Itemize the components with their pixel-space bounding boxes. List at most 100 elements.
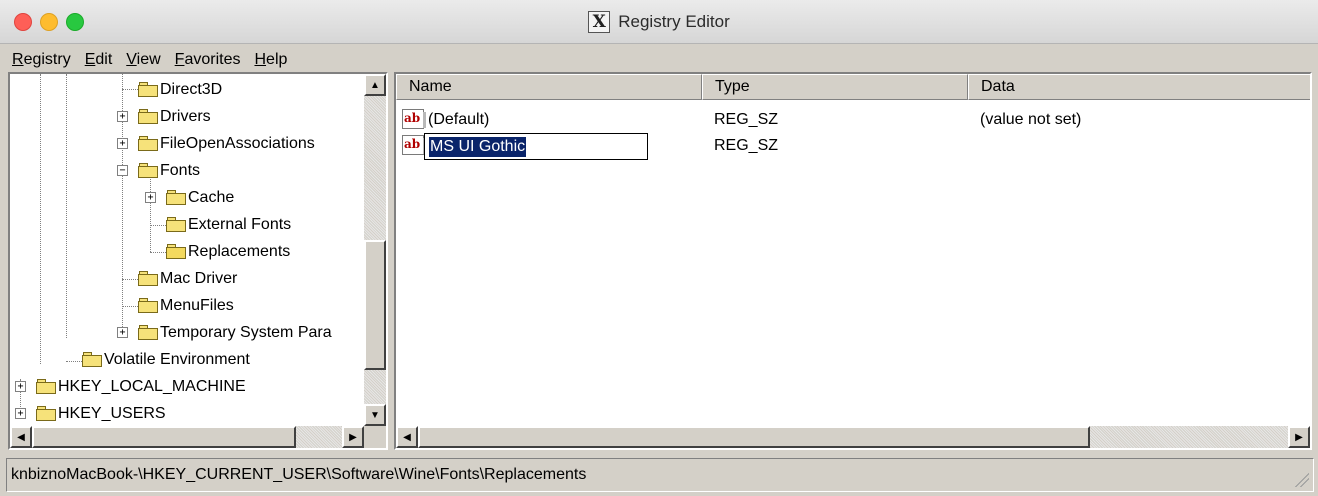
tree-connector [66, 361, 82, 362]
expand-toggle[interactable]: + [117, 138, 128, 149]
folder-icon [138, 271, 158, 286]
tree-item-fileopenassociations[interactable]: FileOpenAssociations [138, 130, 315, 157]
menu-edit-label: dit [95, 51, 113, 68]
menu-registry-label: egistry [23, 51, 71, 68]
tree-connector [122, 279, 138, 280]
scroll-right-button[interactable]: ▶ [342, 426, 364, 448]
menu-favorites-label: avorites [184, 51, 241, 68]
menu-edit[interactable]: Edit [79, 51, 121, 72]
list-row[interactable]: ab MS UI Gothic REG_SZ [396, 132, 1310, 160]
selected-text: MS UI Gothic [429, 137, 527, 157]
tree-item-label: External Fonts [188, 215, 292, 233]
scroll-up-button[interactable]: ▲ [364, 74, 386, 96]
status-path: knbiznoMacBook-\HKEY_CURRENT_USER\Softwa… [11, 466, 587, 483]
expand-toggle[interactable]: + [145, 192, 156, 203]
scroll-thumb[interactable] [364, 240, 386, 370]
tree-item-label: Cache [188, 188, 235, 206]
scrollbar-corner [364, 426, 386, 448]
tree-connector [150, 176, 151, 252]
folder-icon [82, 352, 102, 367]
tree-item-label: Replacements [188, 242, 291, 260]
tree-connector [150, 252, 166, 253]
tree-item-hkey-users[interactable]: HKEY_USERS [36, 400, 166, 426]
tree-item-label: Fonts [160, 161, 201, 179]
menu-view[interactable]: View [120, 51, 168, 72]
tree-item-replacements[interactable]: Replacements [166, 238, 290, 265]
tree-item-mac-driver[interactable]: Mac Driver [138, 265, 237, 292]
menu-favorites-accel: F [174, 51, 185, 68]
scroll-right-button[interactable]: ▶ [1288, 426, 1310, 448]
tree-item-cache[interactable]: Cache [166, 184, 234, 211]
x11-logo-icon: X [588, 11, 611, 33]
menu-help[interactable]: Help [248, 51, 295, 72]
column-header-name[interactable]: Name [396, 74, 702, 100]
folder-icon [138, 325, 158, 340]
menu-registry[interactable]: Registry [6, 51, 79, 72]
folder-icon [166, 190, 186, 205]
expand-toggle[interactable]: + [15, 381, 26, 392]
menu-favorites[interactable]: Favorites [169, 51, 249, 72]
scroll-thumb[interactable] [418, 426, 1090, 448]
menu-view-label: iew [136, 51, 161, 68]
expand-toggle[interactable]: + [117, 111, 128, 122]
scroll-thumb[interactable] [32, 426, 296, 448]
tree-item-hkey-local-machine[interactable]: HKEY_LOCAL_MACHINE [36, 373, 246, 400]
column-header-type[interactable]: Type [702, 74, 968, 100]
folder-icon [138, 163, 158, 178]
folder-icon [138, 109, 158, 124]
expand-toggle[interactable]: + [15, 408, 26, 419]
title-bar[interactable]: X Registry Editor [0, 0, 1318, 44]
tree-item-external-fonts[interactable]: External Fonts [166, 211, 291, 238]
menu-view-accel: V [126, 51, 137, 68]
tree-item-label: Mac Driver [160, 269, 238, 287]
menu-edit-accel: E [84, 51, 96, 68]
tree-item-label: HKEY_USERS [58, 404, 166, 422]
title-group: X Registry Editor [0, 0, 1318, 44]
tree-item-menufiles[interactable]: MenuFiles [138, 292, 234, 319]
rename-value-input[interactable]: MS UI Gothic [424, 133, 648, 160]
tree-connector [66, 74, 67, 338]
folder-icon [36, 406, 56, 421]
tree-horizontal-scrollbar[interactable]: ◀ ▶ [10, 426, 364, 448]
tree-item-drivers[interactable]: Drivers [138, 103, 211, 130]
value-data: (value not set) [980, 111, 1082, 128]
tree-item-label: MenuFiles [160, 296, 234, 314]
open-folder-icon [166, 244, 186, 259]
expand-toggle[interactable]: + [117, 327, 128, 338]
tree-item-label: FileOpenAssociations [160, 134, 315, 152]
value-type: REG_SZ [714, 111, 779, 128]
value-type: REG_SZ [714, 137, 779, 154]
tree-item-direct3d[interactable]: Direct3D [138, 76, 222, 103]
folder-icon [36, 379, 56, 394]
folder-icon [166, 217, 186, 232]
scroll-left-button[interactable]: ◀ [10, 426, 32, 448]
menu-help-label: elp [266, 51, 288, 68]
tree-item-temporary-system-parameters[interactable]: Temporary System Para [138, 319, 332, 346]
folder-icon [138, 136, 158, 151]
string-value-icon: ab [402, 109, 426, 129]
tree-item-label: Volatile Environment [104, 350, 250, 368]
scroll-left-button[interactable]: ◀ [396, 426, 418, 448]
tree-item-label: Temporary System Para [160, 323, 332, 341]
tree-item-label: HKEY_LOCAL_MACHINE [58, 377, 246, 395]
tree-item-fonts[interactable]: Fonts [138, 157, 200, 184]
status-bar: knbiznoMacBook-\HKEY_CURRENT_USER\Softwa… [6, 458, 1314, 492]
column-header-data[interactable]: Data [968, 74, 1310, 100]
values-list-pane[interactable]: Name Type Data ab (Default) REG_SZ (valu… [394, 72, 1312, 450]
tree-item-volatile-environment[interactable]: Volatile Environment [82, 346, 250, 373]
tree-connector [122, 89, 138, 90]
list-horizontal-scrollbar[interactable]: ◀ ▶ [396, 426, 1310, 448]
scroll-down-button[interactable]: ▼ [364, 404, 386, 426]
list-row[interactable]: ab (Default) REG_SZ (value not set) [396, 106, 1310, 133]
registry-tree-pane[interactable]: Direct3D + Drivers + FileOpenAssociation… [8, 72, 388, 450]
registry-editor-window: X Registry Editor Registry Edit View Fav… [0, 0, 1318, 496]
menu-registry-accel: R [12, 51, 24, 68]
collapse-toggle[interactable]: − [117, 165, 128, 176]
tree-connector [122, 306, 138, 307]
list-header: Name Type Data [396, 74, 1310, 100]
resize-grip-icon[interactable] [1291, 469, 1309, 487]
registry-tree: Direct3D + Drivers + FileOpenAssociation… [10, 74, 364, 426]
tree-connector [150, 225, 166, 226]
tree-vertical-scrollbar[interactable]: ▲ ▼ [364, 74, 386, 426]
tree-connector [40, 74, 41, 364]
